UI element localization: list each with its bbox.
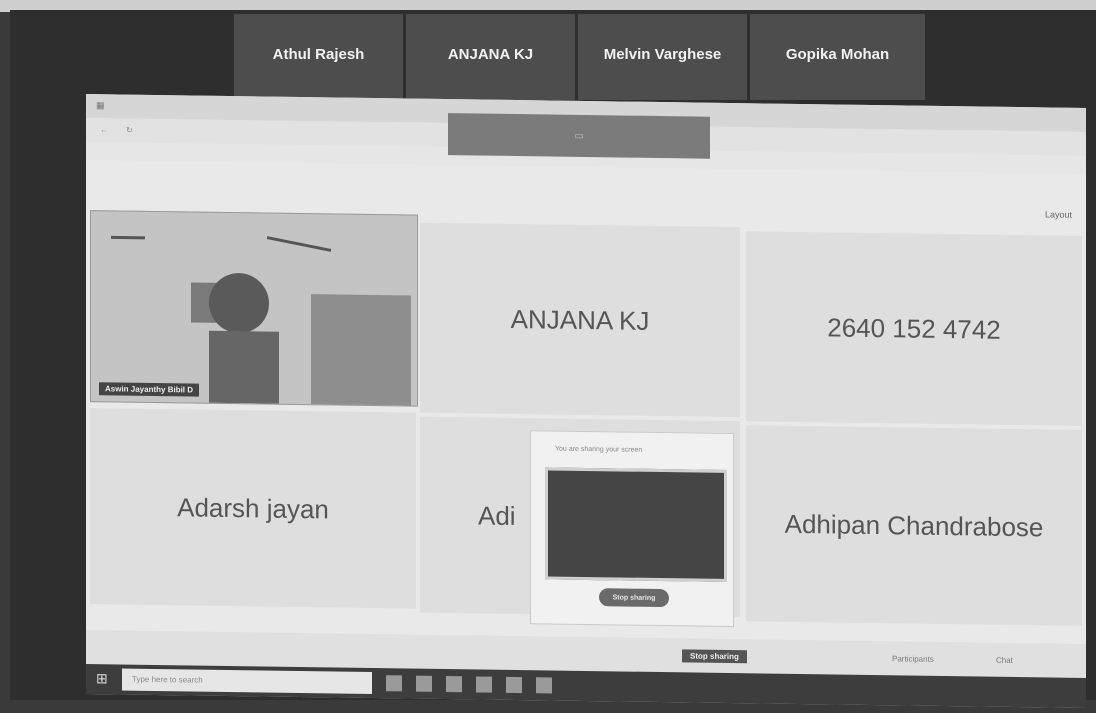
dialog-title: You are sharing your screen (555, 445, 643, 454)
participant-cell-phone[interactable]: 2640 152 4742 (746, 231, 1082, 426)
sharing-dialog: You are sharing your screen Stop sharing (530, 430, 734, 628)
back-arrow-icon[interactable]: ← (100, 125, 108, 134)
participant-tile-anjana[interactable]: ANJANA KJ (406, 14, 578, 100)
participant-cell-anjana[interactable]: ANJANA KJ (420, 222, 740, 418)
video-feed-image (91, 211, 417, 406)
grid-icon: ▦ (96, 100, 105, 111)
participant-name: Adarsh jayan (177, 491, 329, 524)
participant-cell-adhipan[interactable]: Adhipan Chandrabose (746, 425, 1082, 626)
participants-button[interactable]: Participants (892, 654, 934, 664)
refresh-icon[interactable]: ↻ (126, 126, 133, 135)
taskview-icon[interactable] (386, 675, 402, 692)
screen-preview (545, 467, 727, 582)
participant-tile-athul[interactable]: Athul Rajesh (234, 14, 406, 100)
participant-name: Athul Rajesh (272, 46, 365, 63)
app-icon[interactable] (476, 676, 492, 693)
share-banner-icon: ▭ (574, 130, 584, 142)
video-name-label: Aswin Jayanthy Bibil D (99, 382, 200, 397)
stop-sharing-button[interactable]: Stop sharing (599, 588, 669, 608)
participant-name: Adi (478, 499, 516, 531)
explorer-icon[interactable] (416, 675, 432, 692)
layout-button[interactable]: Layout (1045, 209, 1072, 219)
stop-share-button[interactable]: Stop sharing (682, 649, 747, 664)
participant-video[interactable]: Aswin Jayanthy Bibil D (90, 210, 418, 407)
participant-cell-adarsh[interactable]: Adarsh jayan (90, 408, 416, 609)
chat-button[interactable]: Chat (996, 656, 1013, 665)
taskbar-search-input[interactable]: Type here to search (122, 668, 372, 695)
mail-icon[interactable] (536, 677, 552, 694)
participant-name: Melvin Varghese (603, 46, 722, 63)
participant-name: ANJANA KJ (447, 46, 534, 63)
participant-tile-gopika[interactable]: Gopika Mohan (750, 14, 928, 100)
participant-name: Gopika Mohan (785, 46, 890, 63)
participant-name: ANJANA KJ (510, 303, 650, 336)
participant-name: Adhipan Chandrabose (784, 508, 1044, 542)
screen-share-banner: ▭ (448, 113, 710, 159)
shared-screen: ▦ ← ↻ ▭ Layout ANJANA KJ 2640 152 4742 A… (86, 94, 1086, 708)
chrome-icon[interactable] (446, 676, 462, 693)
participant-tile-melvin[interactable]: Melvin Varghese (578, 14, 750, 100)
participant-strip: Athul Rajesh ANJANA KJ Melvin Varghese G… (234, 14, 928, 100)
participant-name: 2640 152 4742 (827, 311, 1001, 345)
windows-start-icon[interactable]: ⊞ (96, 670, 108, 687)
zoom-icon[interactable] (506, 676, 522, 694)
